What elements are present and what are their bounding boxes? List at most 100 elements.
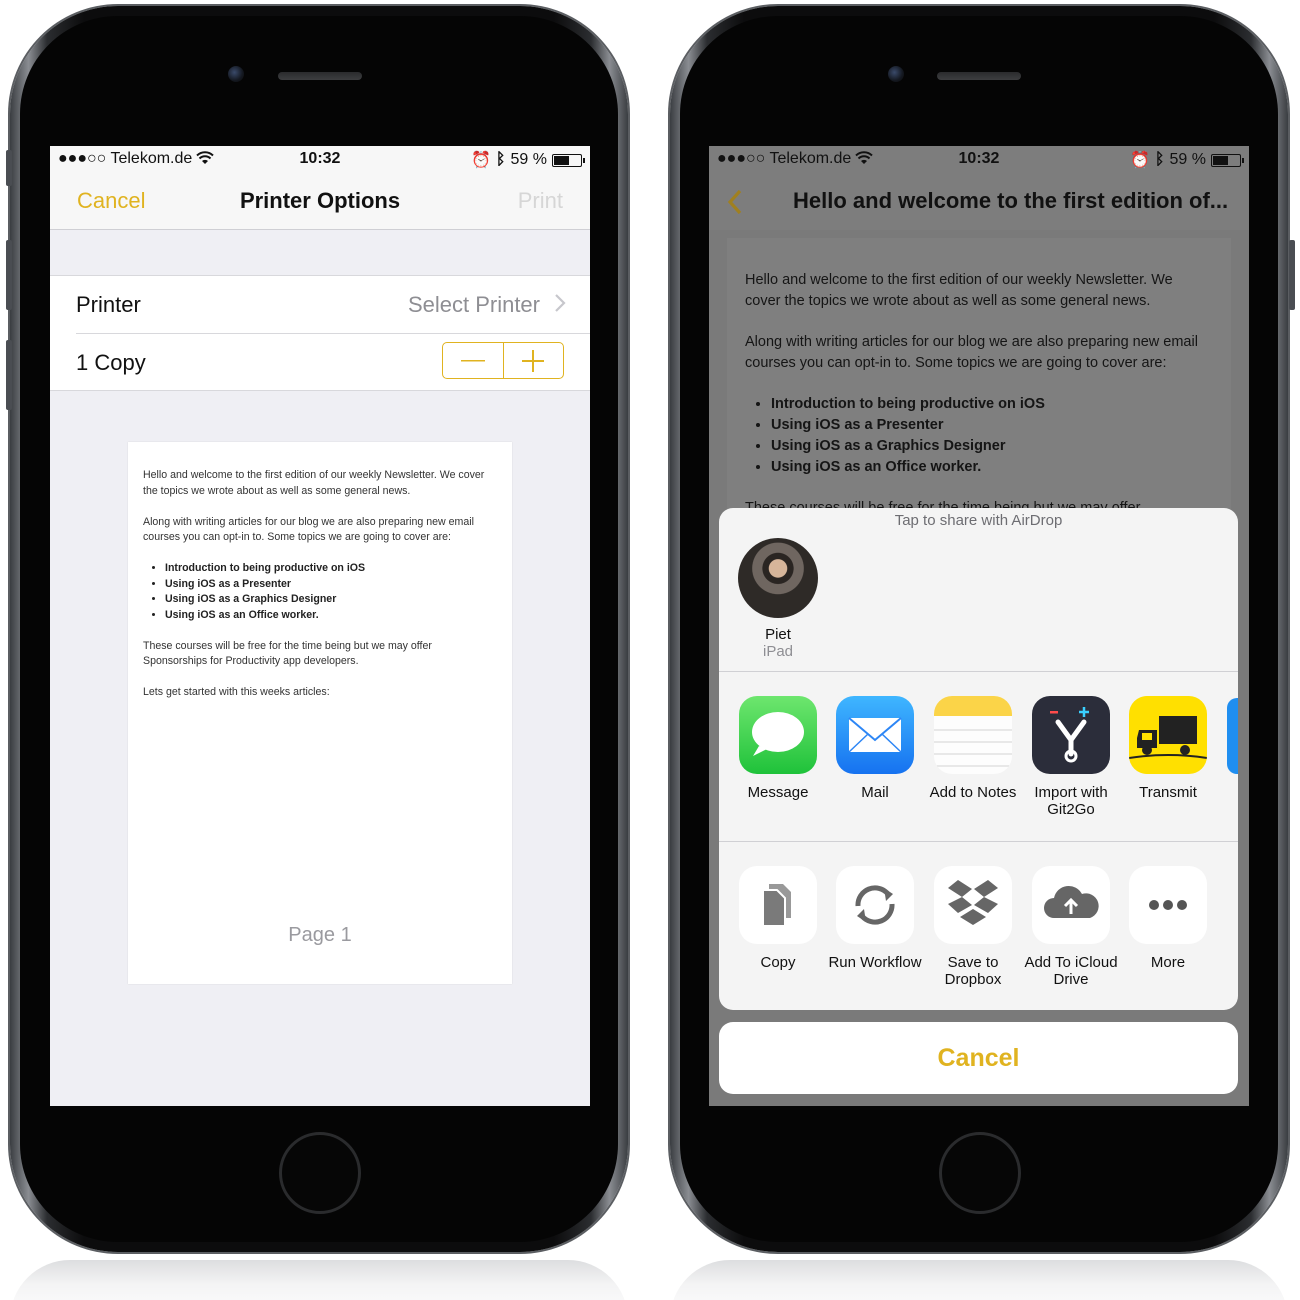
select-printer-value: Select Printer	[407, 292, 540, 317]
home-button[interactable]	[939, 1132, 1021, 1214]
git2go-icon	[1032, 696, 1110, 774]
back-chevron-icon[interactable]	[727, 188, 743, 216]
page-number-label: Page 1	[288, 924, 352, 946]
action-workflow[interactable]: Run Workflow	[826, 866, 924, 971]
share-label: Add to Notes	[929, 784, 1017, 801]
minus-icon	[460, 359, 485, 361]
dropbox-icon	[934, 866, 1012, 944]
airdrop-avatar[interactable]	[738, 538, 818, 618]
status-bar: ●●●○○ Telekom.de 10:32 ⏰ ᛒ 59 %	[709, 146, 1249, 174]
action-more[interactable]: More	[1119, 866, 1217, 971]
share-label: Message	[747, 784, 809, 801]
share-label: Import with Git2Go	[1034, 784, 1108, 818]
preview-bullet: Using iOS as a Graphics Designer	[165, 592, 497, 608]
share-notes[interactable]: Add to Notes	[924, 696, 1022, 801]
decrement-button[interactable]	[443, 343, 504, 378]
document-bullet: Introduction to being productive on iOS	[771, 394, 1211, 415]
divider	[719, 841, 1238, 842]
document-bullet: Using iOS as a Graphics Designer	[771, 436, 1211, 457]
printer-row[interactable]: Printer Select Printer	[50, 276, 590, 333]
volume-up-button	[6, 240, 12, 310]
share-actions-row: Copy Run Workflow Save to Dropbox Add To…	[719, 866, 1238, 1010]
action-label: Copy	[760, 954, 796, 971]
action-label: Run Workflow	[828, 954, 922, 971]
divider	[719, 671, 1238, 672]
front-camera-icon	[888, 66, 904, 82]
mute-switch	[6, 150, 12, 186]
preview-bullet: Using iOS as a Presenter	[165, 577, 497, 593]
action-label: Save to Dropbox	[944, 954, 1002, 988]
battery-percent: 59 %	[510, 151, 547, 168]
share-mail[interactable]: Mail	[826, 696, 924, 801]
preview-bullet: Using iOS as an Office worker.	[165, 608, 497, 624]
bluetooth-icon: ᛒ	[495, 151, 506, 168]
power-button	[1289, 240, 1295, 310]
alarm-icon: ⏰	[1130, 152, 1150, 169]
document-bullet: Using iOS as an Office worker.	[771, 457, 1211, 478]
volume-down-button	[6, 340, 12, 410]
share-sheet: Tap to share with AirDrop Piet iPad Mess…	[719, 508, 1238, 1010]
copies-row: 1 Copy	[76, 333, 590, 390]
share-cancel-button[interactable]: Cancel	[719, 1022, 1238, 1094]
phone-reflection	[10, 1260, 628, 1300]
share-label: Transmit	[1139, 784, 1197, 801]
copies-stepper[interactable]	[442, 342, 564, 379]
navigation-bar: Hello and welcome to the first edition o…	[709, 174, 1249, 230]
transmit-icon	[1129, 696, 1207, 774]
document-paragraph: Along with writing articles for our blog…	[745, 334, 1198, 371]
icloud-drive-icon	[1032, 866, 1110, 944]
action-copy[interactable]: Copy	[729, 866, 827, 971]
action-label: Add To iCloud Drive	[1024, 954, 1118, 988]
front-camera-icon	[228, 66, 244, 82]
alarm-icon: ⏰	[471, 152, 491, 169]
action-dropbox[interactable]: Save to Dropbox	[924, 866, 1022, 988]
preview-paragraph: Hello and welcome to the first edition o…	[143, 469, 485, 497]
document-bullet-list: Introduction to being productive on iOS …	[771, 394, 1211, 478]
next-app-peek[interactable]	[1227, 698, 1238, 774]
notes-icon	[934, 696, 1012, 774]
increment-button[interactable]	[504, 343, 564, 378]
chevron-right-icon	[555, 294, 566, 312]
print-preview-page[interactable]: Hello and welcome to the first edition o…	[128, 442, 512, 984]
printer-options-screen: ●●●○○ Telekom.de 10:32 ⏰ ᛒ 59 % Cancel P…	[50, 146, 590, 1106]
navigation-bar: Cancel Printer Options Print	[50, 174, 590, 230]
battery-percent: 59 %	[1169, 151, 1206, 168]
preview-bullet: Introduction to being productive on iOS	[165, 561, 497, 577]
printer-options-list: Printer Select Printer 1 Copy	[50, 275, 590, 391]
airdrop-hint: Tap to share with AirDrop	[894, 512, 1063, 529]
earpiece-speaker	[278, 72, 362, 80]
document-bullet: Using iOS as a Presenter	[771, 415, 1211, 436]
battery-icon	[552, 153, 585, 167]
battery-icon	[1211, 153, 1244, 167]
status-bar: ●●●○○ Telekom.de 10:32 ⏰ ᛒ 59 %	[50, 146, 590, 174]
share-label: Mail	[861, 784, 889, 801]
airdrop-person-device: iPad	[762, 643, 794, 660]
airdrop-person-name: Piet	[765, 626, 791, 643]
page-title: Printer Options	[239, 188, 401, 213]
bluetooth-icon: ᛒ	[1154, 151, 1165, 168]
plus-icon	[522, 349, 545, 372]
share-message[interactable]: Message	[729, 696, 827, 801]
document-title: Hello and welcome to the first edition o…	[793, 188, 1229, 213]
status-right: ⏰ ᛒ 59 %	[471, 150, 585, 170]
printer-label: Printer	[76, 292, 141, 317]
preview-paragraph: Lets get started with this weeks article…	[143, 686, 330, 698]
phone-reflection	[670, 1260, 1288, 1300]
more-icon	[1129, 866, 1207, 944]
share-git2go[interactable]: Import with Git2Go	[1022, 696, 1120, 818]
workflow-icon	[836, 866, 914, 944]
mail-icon	[836, 696, 914, 774]
print-button[interactable]: Print	[518, 188, 563, 214]
share-transmit[interactable]: Transmit	[1119, 696, 1217, 801]
preview-paragraph: These courses will be free for the time …	[143, 639, 432, 668]
share-apps-row: Message Mail Add to Notes Import with Gi…	[719, 696, 1238, 846]
earpiece-speaker	[937, 72, 1021, 80]
message-icon	[739, 696, 817, 774]
document-paragraph: Hello and welcome to the first edition o…	[745, 272, 1173, 309]
share-sheet-screen: ●●●○○ Telekom.de 10:32 ⏰ ᛒ 59 % Hello an…	[709, 146, 1249, 1106]
home-button[interactable]	[279, 1132, 361, 1214]
action-label: More	[1150, 954, 1186, 971]
action-icloud-drive[interactable]: Add To iCloud Drive	[1022, 866, 1120, 988]
status-right: ⏰ ᛒ 59 %	[1130, 150, 1244, 170]
preview-paragraph: Along with writing articles for our blog…	[143, 515, 474, 544]
